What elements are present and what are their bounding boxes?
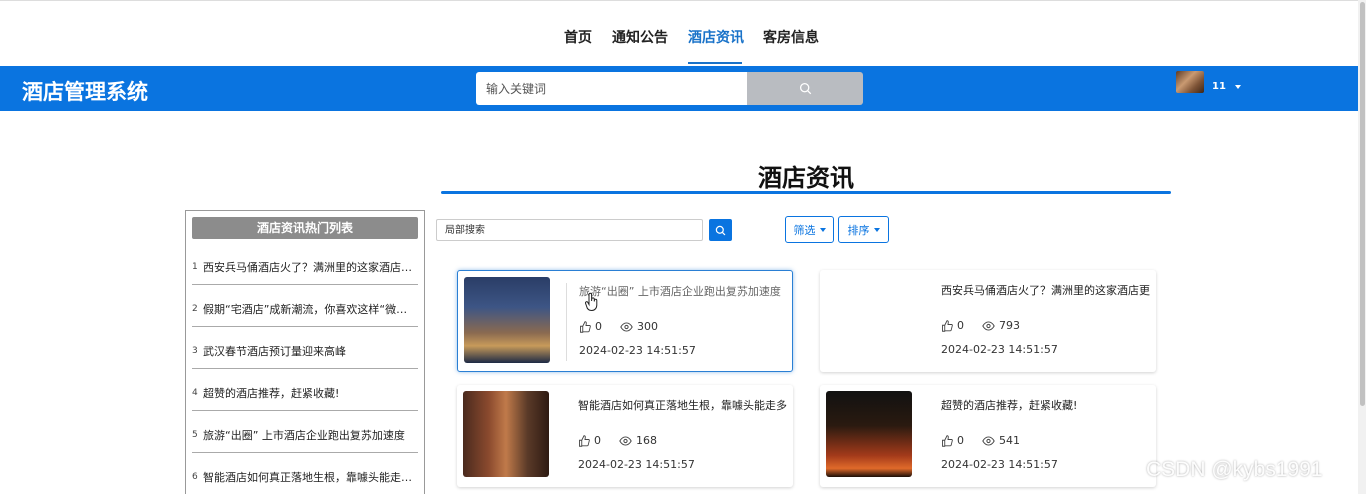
page-title: 酒店资讯 bbox=[758, 164, 854, 192]
list-item[interactable]: 5 旅游“出圈” 上市酒店企业跑出复苏加速度 bbox=[192, 411, 418, 453]
brand-title: 酒店管理系统 bbox=[22, 80, 148, 104]
sort-label: 排序 bbox=[847, 223, 870, 237]
news-thumbnail[interactable] bbox=[826, 391, 912, 477]
list-item-number: 2 bbox=[192, 304, 198, 314]
thumbs-up-icon[interactable] bbox=[578, 434, 590, 447]
list-item[interactable]: 2 假期“宅酒店”成新潮流，你喜欢这样“微度假… bbox=[192, 285, 418, 327]
top-nav: 首页 通知公告 酒店资讯 客房信息 bbox=[0, 0, 1358, 66]
filter-label: 筛选 bbox=[793, 223, 816, 237]
news-card[interactable]: 旅游“出圈” 上市酒店企业跑出复苏加速度 0 300 2024-02-23 14… bbox=[457, 270, 793, 372]
news-title[interactable]: 旅游“出圈” 上市酒店企业跑出复苏加速度 bbox=[579, 283, 793, 299]
card-divider bbox=[566, 283, 567, 361]
news-thumbnail[interactable] bbox=[826, 276, 912, 362]
search-button[interactable] bbox=[747, 72, 863, 105]
list-item-number: 6 bbox=[192, 472, 198, 482]
news-thumbnail[interactable] bbox=[463, 391, 549, 477]
search-icon bbox=[715, 225, 726, 235]
like-count: 0 bbox=[957, 319, 964, 332]
active-nav-underline bbox=[688, 62, 742, 64]
news-date: 2024-02-23 14:51:57 bbox=[941, 343, 1058, 356]
thumbs-up-icon[interactable] bbox=[579, 320, 591, 333]
like-count: 0 bbox=[595, 320, 602, 333]
list-item-number: 3 bbox=[192, 346, 198, 356]
chevron-down-icon[interactable] bbox=[1235, 85, 1241, 89]
watermark: CSDN @kybs1991 bbox=[1146, 458, 1323, 481]
user-name[interactable]: 11 bbox=[1212, 81, 1226, 92]
hot-list-panel: 酒店资讯热门列表 1 西安兵马俑酒店火了？满洲里的这家酒店更… 2 假期“宅酒店… bbox=[185, 210, 425, 494]
list-item-number: 1 bbox=[192, 262, 198, 272]
search-icon bbox=[799, 82, 811, 95]
news-meta: 0 541 bbox=[941, 434, 1020, 447]
avatar[interactable] bbox=[1176, 71, 1204, 93]
thumbs-up-icon[interactable] bbox=[941, 319, 953, 332]
list-item-text[interactable]: 超赞的酒店推荐，赶紧收藏! bbox=[203, 385, 418, 401]
news-date: 2024-02-23 14:51:57 bbox=[579, 344, 696, 357]
news-card[interactable]: 超赞的酒店推荐，赶紧收藏! 0 541 2024-02-23 14:51:57 bbox=[820, 385, 1156, 487]
news-date: 2024-02-23 14:51:57 bbox=[941, 458, 1058, 471]
eye-icon bbox=[620, 321, 633, 332]
news-title[interactable]: 超赞的酒店推荐，赶紧收藏! bbox=[941, 397, 1155, 413]
view-count: 300 bbox=[637, 320, 658, 333]
nav-item-home[interactable]: 首页 bbox=[564, 27, 592, 47]
title-divider bbox=[441, 191, 1171, 194]
local-search-input[interactable] bbox=[436, 219, 703, 241]
eye-icon bbox=[982, 435, 995, 446]
search-input[interactable] bbox=[476, 72, 748, 105]
news-meta: 0 300 bbox=[579, 320, 658, 333]
news-card[interactable]: 西安兵马俑酒店火了？满洲里的这家酒店更 0 793 2024-02-23 14:… bbox=[820, 270, 1156, 372]
list-item-text[interactable]: 西安兵马俑酒店火了？满洲里的这家酒店更… bbox=[203, 259, 418, 275]
news-title[interactable]: 西安兵马俑酒店火了？满洲里的这家酒店更 bbox=[941, 282, 1155, 298]
list-item-number: 5 bbox=[192, 430, 198, 440]
list-item-text[interactable]: 智能酒店如何真正落地生根，靠噱头能走多远 bbox=[203, 469, 418, 485]
news-meta: 0 168 bbox=[578, 434, 657, 447]
news-title[interactable]: 智能酒店如何真正落地生根，靠噱头能走多 bbox=[578, 397, 792, 413]
eye-icon bbox=[982, 320, 995, 331]
filter-dropdown[interactable]: 筛选 bbox=[785, 216, 834, 243]
list-item-number: 4 bbox=[192, 388, 198, 398]
thumbs-up-icon[interactable] bbox=[941, 434, 953, 447]
news-card[interactable]: 智能酒店如何真正落地生根，靠噱头能走多 0 168 2024-02-23 14:… bbox=[457, 385, 793, 487]
sort-dropdown[interactable]: 排序 bbox=[838, 216, 889, 243]
list-item-text[interactable]: 假期“宅酒店”成新潮流，你喜欢这样“微度假… bbox=[203, 301, 418, 317]
news-thumbnail[interactable] bbox=[464, 277, 550, 363]
nav-item-hotel-news[interactable]: 酒店资讯 bbox=[688, 27, 744, 47]
page: 首页 通知公告 酒店资讯 客房信息 酒店管理系统 11 酒店资讯 酒店资讯热门列… bbox=[0, 0, 1366, 494]
eye-icon bbox=[619, 435, 632, 446]
list-item[interactable]: 4 超赞的酒店推荐，赶紧收藏! bbox=[192, 369, 418, 411]
list-item[interactable]: 6 智能酒店如何真正落地生根，靠噱头能走多远 bbox=[192, 453, 418, 494]
news-meta: 0 793 bbox=[941, 319, 1020, 332]
list-item-text[interactable]: 武汉春节酒店预订量迎来高峰 bbox=[203, 343, 418, 359]
list-item[interactable]: 1 西安兵马俑酒店火了？满洲里的这家酒店更… bbox=[192, 243, 418, 285]
like-count: 0 bbox=[957, 434, 964, 447]
like-count: 0 bbox=[594, 434, 601, 447]
chevron-down-icon bbox=[873, 227, 880, 232]
nav-item-notices[interactable]: 通知公告 bbox=[612, 27, 668, 47]
view-count: 168 bbox=[636, 434, 657, 447]
view-count: 541 bbox=[999, 434, 1020, 447]
local-search-button[interactable] bbox=[709, 219, 732, 241]
chevron-down-icon bbox=[819, 227, 826, 232]
page-scrollbar-thumb[interactable] bbox=[1360, 2, 1365, 406]
list-item-text[interactable]: 旅游“出圈” 上市酒店企业跑出复苏加速度 bbox=[203, 427, 418, 443]
news-date: 2024-02-23 14:51:57 bbox=[578, 458, 695, 471]
header-bar: 酒店管理系统 11 bbox=[0, 66, 1358, 111]
list-item[interactable]: 3 武汉春节酒店预订量迎来高峰 bbox=[192, 327, 418, 369]
view-count: 793 bbox=[999, 319, 1020, 332]
hand-pointer-icon bbox=[585, 292, 598, 312]
nav-item-rooms[interactable]: 客房信息 bbox=[763, 27, 819, 47]
hot-list-title: 酒店资讯热门列表 bbox=[192, 217, 418, 239]
